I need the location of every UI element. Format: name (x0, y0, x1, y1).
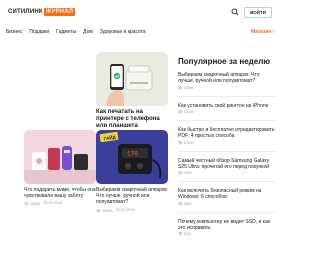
divider (178, 181, 276, 182)
views-count: 👁 9480 (178, 201, 192, 206)
login-button[interactable]: ВОЙТИ (244, 6, 272, 18)
views-count: 👁 10150 (178, 140, 194, 145)
nav-item-home[interactable]: Дом (83, 29, 93, 35)
article-title[interactable]: Выбираем сварочный аппарат. Что лучше, р… (96, 187, 168, 206)
site-logo[interactable]: СИТИЛИНК ЖУРНАЛ (8, 8, 76, 16)
popular-item[interactable]: Как установить свой рингтон на iPhone 👁 … (178, 103, 276, 115)
views-count: 👁 9211 (178, 232, 192, 236)
views-count: 👁 10396 (178, 85, 194, 90)
svg-text:170: 170 (127, 151, 138, 158)
nav-item-gifts[interactable]: Подарки (29, 29, 49, 35)
popular-item-title[interactable]: Как быстро и бесплатно отредактировать P… (178, 127, 276, 139)
logo-badge: ЖУРНАЛ (43, 8, 76, 16)
popular-item-title[interactable]: Как установить свой рингтон на iPhone (178, 103, 276, 109)
article-card[interactable]: Что подарить маме, чтобы она чувствовала… (24, 130, 96, 206)
shop-link-label: Магазин (250, 29, 272, 35)
chevron-right-icon: › (272, 29, 274, 35)
category-nav: Бизнес Подарки Гаджеты Дом Здоровье и кр… (0, 26, 280, 38)
site-header: СИТИЛИНК ЖУРНАЛ ВОЙТИ (0, 0, 280, 24)
popular-item[interactable]: Как включить безопасный режим на Windows… (178, 188, 276, 206)
article-title[interactable]: Что подарить маме, чтобы она чувствовала… (24, 187, 96, 199)
divider (178, 211, 276, 213)
popular-sidebar: Популярное за неделю Выбираем сварочный … (178, 57, 276, 242)
views-count: 👁 10396 (96, 208, 113, 213)
views-count: 👁 14584 (24, 202, 41, 207)
publish-date: 20.02.2024 (115, 207, 135, 212)
logo-text: СИТИЛИНК (8, 9, 43, 15)
popular-item-title[interactable]: Как включить безопасный режим на Windows… (178, 188, 276, 200)
views-count: 👁 10326 (178, 110, 194, 114)
popular-item[interactable]: Самый честный обзор Samsung Galaxy S25 U… (178, 158, 276, 176)
divider (178, 120, 276, 121)
article-card[interactable]: ГАЙД 170 Выбираем сварочный аппарат. Что… (96, 130, 168, 213)
divider (178, 150, 276, 152)
popular-item[interactable]: Как быстро и бесплатно отредактировать P… (178, 127, 276, 145)
nav-item-business[interactable]: Бизнес (6, 29, 22, 35)
shop-link[interactable]: Магазин › (251, 29, 274, 35)
article-meta: 👁 10396 20.02.2024 (96, 208, 168, 213)
popular-item[interactable]: Почему компьютер не видит SSD, и как это… (178, 219, 276, 237)
search-icon[interactable] (230, 7, 240, 17)
views-count: 👁 9763 (178, 171, 192, 175)
header-actions: ВОЙТИ (230, 6, 272, 18)
publish-date: 05.03.2024 (43, 201, 63, 206)
nav-item-gadgets[interactable]: Гаджеты (56, 29, 76, 35)
divider (178, 95, 276, 97)
article-card[interactable]: Как печатать на принтере с телефона или … (96, 52, 168, 138)
article-image: ГАЙД 170 (96, 130, 168, 184)
popular-item[interactable]: Выбираем сварочный аппарат. Что лучше, р… (178, 72, 276, 90)
article-meta: 👁 14584 05.03.2024 (24, 201, 96, 206)
article-image (96, 52, 168, 106)
popular-item-title[interactable]: Почему компьютер не видит SSD, и как это… (178, 219, 276, 231)
nav-item-health-beauty[interactable]: Здоровье и красота (100, 29, 146, 35)
sidebar-title: Популярное за неделю (178, 57, 271, 66)
popular-item-title[interactable]: Выбираем сварочный аппарат. Что лучше, р… (178, 72, 276, 84)
popular-item-title[interactable]: Самый честный обзор Samsung Galaxy S25 U… (178, 158, 276, 170)
article-image (24, 130, 96, 184)
article-title[interactable]: Как печатать на принтере с телефона или … (96, 109, 168, 131)
